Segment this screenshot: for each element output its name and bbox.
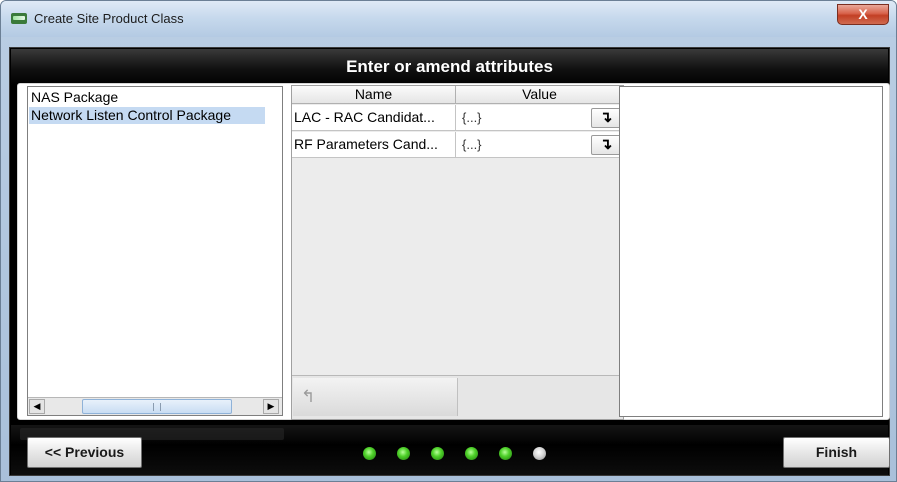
step-complete-dot bbox=[499, 447, 512, 460]
package-list-item-nas[interactable]: NAS Package bbox=[29, 89, 118, 106]
step-complete-dot bbox=[397, 447, 410, 460]
app-icon bbox=[11, 13, 27, 24]
window-title: Create Site Product Class bbox=[34, 11, 184, 26]
attribute-value-cell[interactable]: {...} ↴ bbox=[456, 105, 623, 131]
column-header-value[interactable]: Value bbox=[456, 86, 623, 104]
column-header-name[interactable]: Name bbox=[292, 86, 456, 104]
page-title: Enter or amend attributes bbox=[346, 57, 553, 76]
step-complete-dot bbox=[431, 447, 444, 460]
move-up-icon: ↰ bbox=[301, 387, 316, 406]
attribute-name-cell[interactable]: LAC - RAC Candidat... bbox=[292, 105, 456, 131]
grip-icon bbox=[153, 403, 161, 411]
edit-value-icon[interactable]: ↴ bbox=[591, 135, 621, 155]
previous-button[interactable]: << Previous bbox=[27, 437, 142, 468]
move-up-button[interactable]: ↰ bbox=[293, 378, 458, 416]
attribute-value-text: {...} bbox=[462, 110, 482, 125]
table-row[interactable]: LAC - RAC Candidat... {...} ↴ bbox=[292, 105, 623, 131]
attribute-value-cell[interactable]: {...} ↴ bbox=[456, 132, 623, 158]
attributes-table-body: Name Value LAC - RAC Candidat... {...} ↴… bbox=[292, 86, 623, 376]
scroll-right-icon[interactable]: ▶ bbox=[263, 399, 279, 414]
edit-value-icon[interactable]: ↴ bbox=[591, 108, 621, 128]
table-row[interactable]: RF Parameters Cand... {...} ↴ bbox=[292, 132, 623, 158]
package-list-item-network-listen[interactable]: Network Listen Control Package bbox=[29, 107, 265, 124]
attribute-value-text: {...} bbox=[462, 137, 482, 152]
step-pending-dot bbox=[533, 447, 546, 460]
create-site-product-class-window: Create Site Product Class X Enter or ame… bbox=[0, 0, 897, 482]
footer-band bbox=[11, 425, 888, 475]
attribute-name-cell[interactable]: RF Parameters Cand... bbox=[292, 132, 456, 158]
close-button[interactable]: X bbox=[837, 4, 889, 25]
scroll-left-icon[interactable]: ◀ bbox=[29, 399, 45, 414]
attributes-table: Name Value LAC - RAC Candidat... {...} ↴… bbox=[291, 85, 624, 420]
header-band: Enter or amend attributes bbox=[11, 49, 888, 85]
scroll-thumb[interactable] bbox=[82, 399, 232, 414]
step-complete-dot bbox=[465, 447, 478, 460]
detail-panel bbox=[619, 86, 883, 417]
step-complete-dot bbox=[363, 447, 376, 460]
finish-button[interactable]: Finish bbox=[783, 437, 890, 468]
horizontal-scrollbar[interactable]: ◀ ▶ bbox=[28, 397, 282, 415]
title-bar[interactable]: Create Site Product Class X bbox=[1, 1, 896, 37]
content-area: NAS Package Network Listen Control Packa… bbox=[17, 83, 890, 420]
package-list[interactable]: NAS Package Network Listen Control Packa… bbox=[27, 86, 283, 416]
